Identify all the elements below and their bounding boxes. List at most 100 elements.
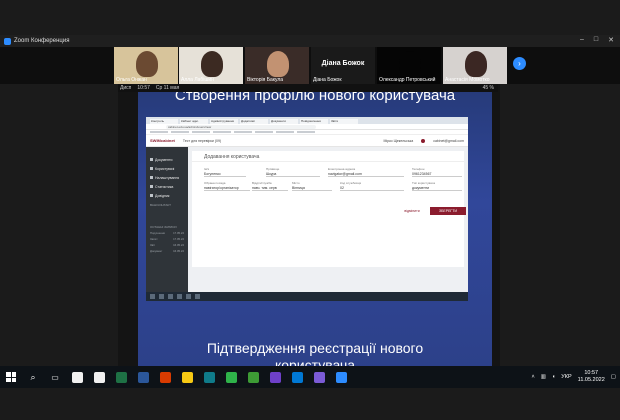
sidebar: Документи Користувачі Налаштування Стати… [146,147,188,292]
sidebar-item-label: Довідник [155,193,170,198]
network-icon[interactable]: ▥ [541,374,546,380]
pinned-app-button[interactable] [242,366,264,388]
browser-tab[interactable]: Повідомлення [300,119,328,124]
sidebar-item-reference[interactable]: Довідник [146,191,188,200]
pinned-app-button[interactable] [88,366,110,388]
app-icon[interactable] [177,294,182,299]
pinned-app-button[interactable] [220,366,242,388]
clock[interactable]: 10:57 11.05.2022 [578,370,605,384]
participant-tile[interactable]: Олександр Петровський [377,47,441,84]
sidebar-item-documents[interactable]: Документи [146,155,188,164]
users-icon [150,167,153,170]
bookmark[interactable] [297,131,315,133]
volume-icon[interactable]: ◖ [552,374,555,380]
save-button[interactable]: ЗБЕРЕГТИ [430,207,466,215]
window-title: Zoom Конференция [14,38,70,44]
chevron-up-icon[interactable]: ˄ [532,374,535,380]
participant-tile[interactable]: Діана Божок Діана Божок [311,47,375,84]
participant-tile[interactable]: Анастасія Момотко [443,47,507,84]
screen: Zoom Конференция – □ ✕ Ольга Онжан Алла … [0,0,620,420]
user-name: Мірко Щекельська [383,138,414,143]
bookmark[interactable] [276,131,294,133]
field-label: Обрана посада [204,181,226,185]
sidebar-item-stats[interactable]: Статистика [146,182,188,191]
bookmark[interactable] [213,131,231,133]
share-time: 10:57 [137,85,150,91]
pinned-app-button[interactable] [330,366,352,388]
app-icon [203,371,215,383]
app-icon [313,371,325,383]
email-field[interactable]: Електронна адреса navigator@gmail.com [328,167,404,177]
record-item[interactable]: Документ 16.05.22 [146,248,188,254]
user-email: cabinet@gmail.com [433,138,464,143]
chart-icon [150,185,153,188]
record-title: Документ [150,249,163,253]
pinned-app-button[interactable] [198,366,220,388]
zoom-icon [4,37,11,45]
bookmark[interactable] [234,131,252,133]
app-logo: SWIMcabinet [150,138,175,143]
field-label: Телефон [412,167,425,171]
phone-field[interactable]: Телефон 0961234567 [412,167,462,177]
participant-tile[interactable]: Вікторія Бакула [245,47,309,84]
first-name-field[interactable]: Прізвище Шкура [266,167,320,177]
sidebar-item-settings[interactable]: Налаштування [146,173,188,182]
next-page-button[interactable]: › [513,57,526,70]
app-icon[interactable] [195,294,200,299]
sidebar-item-users[interactable]: Користувачі [146,164,188,173]
task-view-button[interactable]: ▭ [44,366,66,388]
bookmark[interactable] [192,131,210,133]
last-name-field[interactable]: Ім'я Богуненко [204,167,246,177]
field-value: навігатор/організатор [204,185,250,191]
language-indicator[interactable]: УКР [561,374,571,380]
close-icon[interactable]: ✕ [608,36,614,44]
code-field[interactable]: Код службовця 02 [340,181,404,191]
participant-tile[interactable]: Алла Лабішин [179,47,243,84]
department-field[interactable]: Відділ/служба навч. тим. серв [252,181,288,191]
app-icon [137,371,149,383]
pinned-app-button[interactable] [132,366,154,388]
inner-taskbar [146,292,468,301]
record-title: Запит [150,237,158,241]
bookmark[interactable] [150,131,168,133]
user-menu[interactable]: Мірко Щекельська cabinet@gmail.com [383,138,464,143]
browser-tab[interactable]: Контроль [150,119,178,124]
record-title: Звіт [150,243,156,247]
participant-video [267,51,289,77]
participant-tile[interactable]: Ольга Онжан [114,47,178,84]
record-date: 17.05.22 [173,237,184,241]
bookmark[interactable] [171,131,189,133]
position-field[interactable]: Обрана посада навігатор/організатор [204,181,250,191]
start-button[interactable] [0,366,22,388]
browser-tab[interactable]: Звіти [330,119,358,124]
browser-tab[interactable]: Адміністрування [210,119,238,124]
role-select[interactable]: Тип користувача документи [412,181,462,191]
embedded-screenshot: Контроль Кабінет адм. Адміністрування Додат… [146,117,468,301]
start-icon[interactable] [150,294,155,299]
participant-video [465,51,487,77]
pinned-app-button[interactable] [176,366,198,388]
city-field[interactable]: Місто Вінниця [292,181,332,191]
app-icon[interactable] [159,294,164,299]
app-icon[interactable] [168,294,173,299]
windows-taskbar: ⌕ ▭ ˄ ▥ ◖ УКР 10:57 11.05.2022 ▢ [0,366,620,388]
pinned-app-button[interactable] [154,366,176,388]
browser-tab[interactable]: Кабінет адм. [180,119,208,124]
browser-tab[interactable]: Документи [270,119,298,124]
sidebar-section-contact: ВАШ КОНТАКТ [150,203,172,207]
notification-icon[interactable]: ▢ [611,374,616,380]
pinned-app-button[interactable] [110,366,132,388]
app-icon[interactable] [186,294,191,299]
cancel-button[interactable]: відмінити [400,207,424,215]
search-button[interactable]: ⌕ [22,366,44,388]
record-title: Порушення [150,231,165,235]
minimize-icon[interactable]: – [580,36,584,44]
pinned-app-button[interactable] [286,366,308,388]
url-field[interactable]: cabinet.edu.ua/admin/users/new [166,124,316,129]
pinned-app-button[interactable] [308,366,330,388]
bookmark[interactable] [255,131,273,133]
maximize-icon[interactable]: □ [594,36,598,44]
browser-tab[interactable]: Додаткові [240,119,268,124]
pinned-app-button[interactable] [66,366,88,388]
pinned-app-button[interactable] [264,366,286,388]
